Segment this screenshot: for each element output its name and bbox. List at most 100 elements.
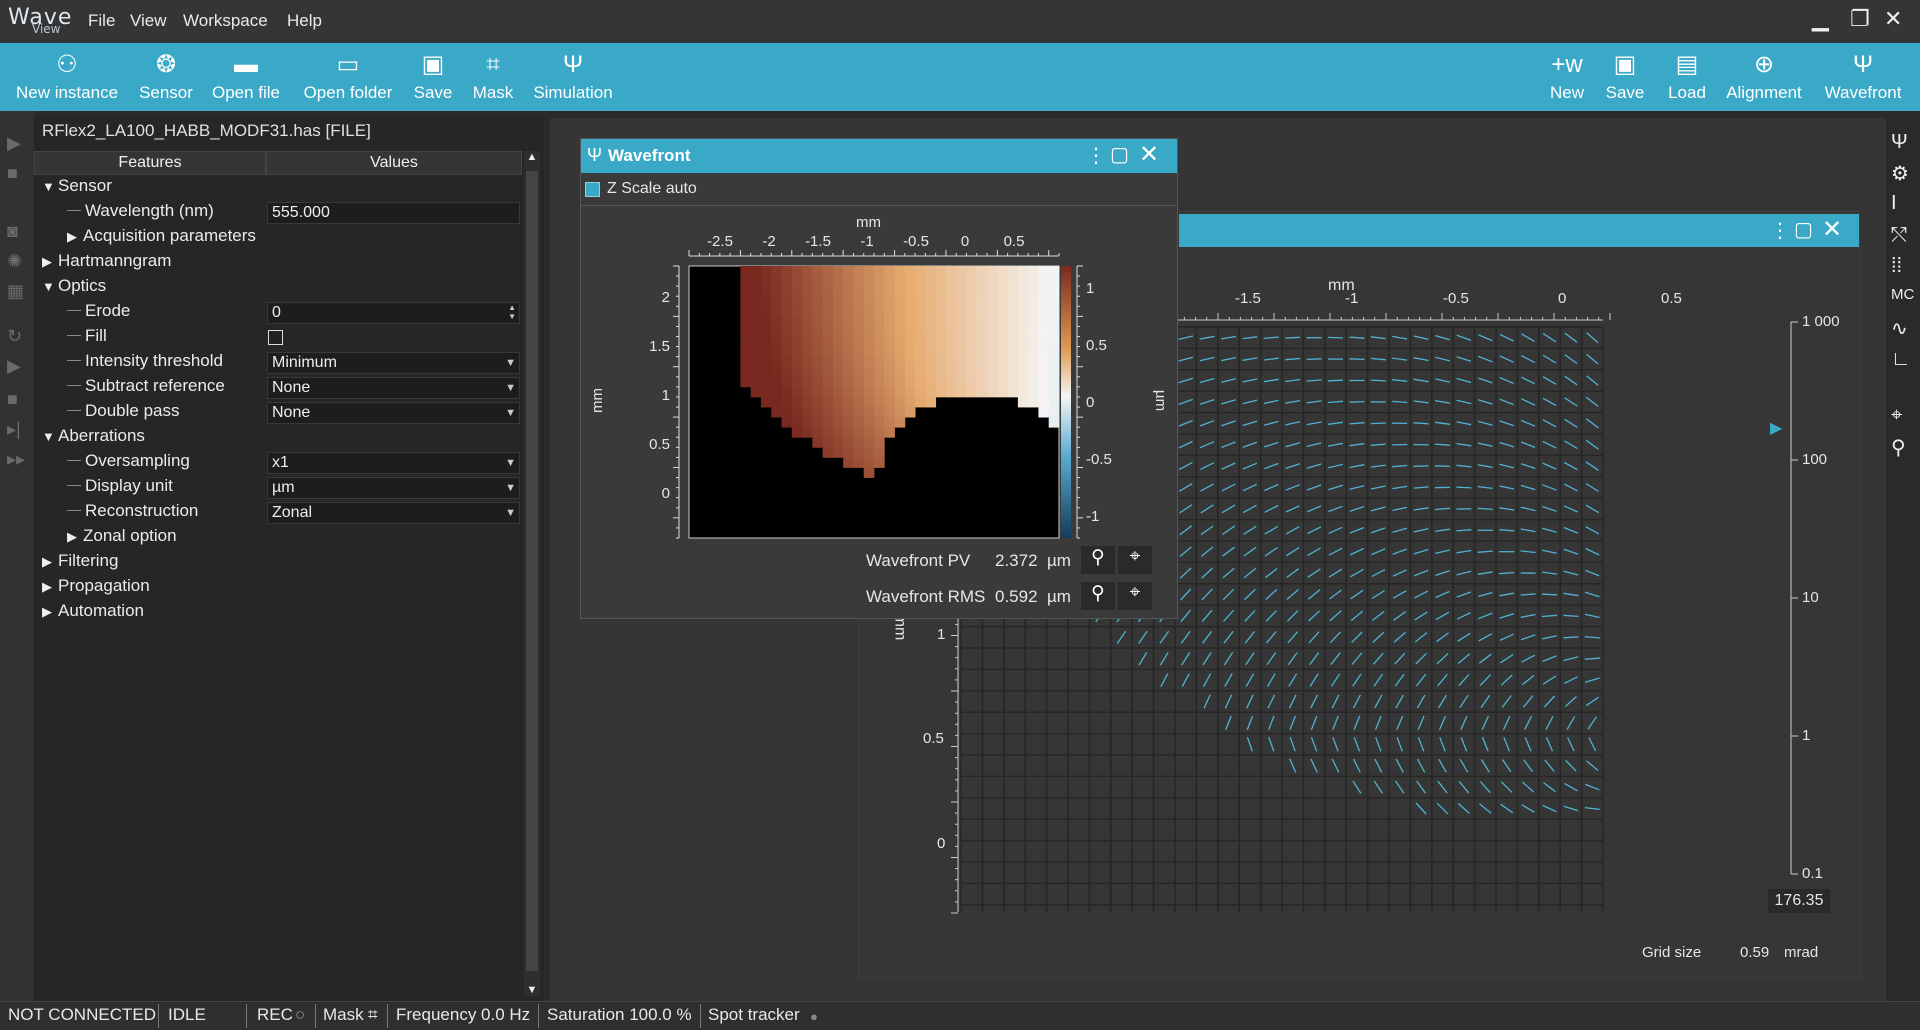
tree-row[interactable]: ▶ Filtering [42, 551, 118, 576]
tree-row[interactable]: ▼ Aberrations [42, 426, 145, 451]
open-file-button[interactable]: ▬ Open file [208, 43, 284, 111]
close-icon[interactable]: ✕ [1884, 6, 1902, 32]
pv-locate-button[interactable]: ⌖ [1118, 546, 1152, 574]
menu-help[interactable]: Help [287, 11, 322, 31]
tree-row[interactable]: ▶ Propagation [42, 576, 150, 601]
step-icon[interactable]: ▸| [7, 419, 21, 440]
play-icon[interactable]: ▶ [7, 133, 21, 154]
tree-row[interactable]: Fill [67, 326, 107, 351]
value-select[interactable]: Zonal ▼ [267, 502, 520, 524]
wavefront-button[interactable]: Ψ Wavefront [1820, 43, 1906, 111]
tree-row[interactable]: Display unit [67, 476, 173, 501]
expand-right-icon[interactable]: ▶ [67, 529, 83, 545]
expand-right-icon[interactable]: ▶ [42, 604, 58, 620]
fill-checkbox[interactable] [268, 330, 283, 345]
more-options-icon[interactable]: ⋮ [1086, 143, 1106, 168]
values-column-header[interactable]: Values [266, 151, 522, 175]
scroll-down-icon[interactable]: ▼ [524, 984, 540, 996]
alignment-button[interactable]: ⊕ Alignment [1722, 43, 1806, 111]
mask-button[interactable]: ⌗ Mask [468, 43, 518, 111]
restore-icon[interactable]: ❐ [1850, 6, 1870, 32]
expand-right-icon[interactable]: ▶ [67, 229, 83, 245]
search-icon[interactable]: ⚲ [1891, 435, 1906, 460]
rms-locate-button[interactable]: ⌖ [1118, 582, 1152, 610]
more-options-icon[interactable]: ⋮ [1770, 218, 1790, 243]
scroll-up-icon[interactable]: ▲ [524, 151, 540, 163]
tree-row[interactable]: Reconstruction [67, 501, 198, 526]
open-folder-button[interactable]: ▭ Open folder [300, 43, 396, 111]
video-icon[interactable]: ▦ [7, 281, 24, 302]
menu-workspace[interactable]: Workspace [183, 11, 268, 31]
minimize-icon[interactable]: ▁ [1812, 6, 1829, 32]
grid-dots-icon[interactable]: ⁞⁞ [1891, 255, 1902, 278]
pv-zoom-button[interactable]: ⚲ [1081, 546, 1115, 574]
psi-icon[interactable]: Ψ [1891, 131, 1908, 154]
wavefront-cell [925, 386, 937, 398]
axes-icon[interactable]: ∟ [1891, 348, 1911, 371]
value-select[interactable]: µm ▼ [267, 477, 520, 499]
value-select[interactable]: None ▼ [267, 402, 520, 424]
value-select[interactable]: x1 ▼ [267, 452, 520, 474]
features-column-header[interactable]: Features [34, 151, 266, 175]
tree-row[interactable]: ▶ Automation [42, 601, 144, 626]
close-icon[interactable]: ✕ [1822, 215, 1842, 244]
slope-vector [1200, 525, 1214, 536]
wavefront-window-titlebar[interactable]: Ψ Wavefront ⋮ ▢ ✕ [581, 139, 1177, 173]
new-instance-button[interactable]: ⚇ New instance [14, 43, 120, 111]
save-wavefront-button[interactable]: ▣ Save [1604, 43, 1646, 111]
settings-icon[interactable]: ⚙ [1891, 161, 1909, 186]
z-scale-checkbox[interactable] [585, 182, 600, 197]
expand-right-icon[interactable]: ▶ [42, 579, 58, 595]
refresh-icon[interactable]: ↻ [7, 326, 22, 347]
value-select[interactable]: None ▼ [267, 377, 520, 399]
play-icon[interactable]: ▶ [7, 356, 21, 377]
branch-icon[interactable]: ⤲ [1891, 224, 1907, 247]
sensor-button[interactable]: ❂ Sensor [136, 43, 196, 111]
tree-row[interactable]: Double pass [67, 401, 180, 426]
rms-zoom-button[interactable]: ⚲ [1081, 582, 1115, 610]
stop-icon[interactable]: ■ [7, 163, 18, 184]
fast-forward-icon[interactable]: ▸▸ [7, 449, 25, 470]
camera-icon[interactable]: ◙ [7, 221, 18, 242]
mc-icon[interactable]: MC [1891, 286, 1914, 303]
maximize-icon[interactable]: ▢ [1110, 142, 1129, 167]
wavefront-cell [904, 336, 916, 347]
text-cursor-icon[interactable]: I [1891, 192, 1897, 215]
tree-row[interactable]: ▼ Optics [42, 276, 106, 301]
expand-down-icon[interactable]: ▼ [42, 279, 58, 294]
value-select[interactable]: Minimum ▼ [267, 352, 520, 374]
tree-row[interactable]: ▶ Zonal option [67, 526, 177, 551]
scrollbar-thumb[interactable] [526, 171, 538, 971]
expand-down-icon[interactable]: ▼ [42, 429, 58, 444]
value-input[interactable]: 555.000 [267, 202, 520, 224]
tree-row[interactable]: ▼ Sensor [42, 176, 112, 201]
tree-row[interactable]: ▶ Hartmanngram [42, 251, 171, 276]
save-button[interactable]: ▣ Save [410, 43, 456, 111]
maximize-icon[interactable]: ▢ [1794, 217, 1813, 242]
tree-row[interactable]: Erode [67, 301, 130, 326]
menu-view[interactable]: View [130, 11, 167, 31]
scale-value[interactable]: 176.35 [1768, 889, 1830, 913]
tree-row[interactable]: Oversampling [67, 451, 190, 476]
tree-row[interactable]: ▶ Acquisition parameters [67, 226, 256, 251]
locate-zoom-icon[interactable]: ⌖ [1891, 404, 1902, 427]
close-icon[interactable]: ✕ [1139, 140, 1159, 169]
tree-row[interactable]: Wavelength (nm) [67, 201, 214, 226]
expand-right-icon[interactable]: ▶ [42, 254, 58, 270]
expand-down-icon[interactable]: ▼ [42, 179, 58, 194]
value-spinbox[interactable]: 0 ▲ ▼ [267, 302, 520, 324]
load-wavefront-button[interactable]: ▤ Load [1664, 43, 1710, 111]
spin-arrows-icon[interactable]: ▲ ▼ [508, 303, 516, 321]
menu-file[interactable]: File [88, 11, 115, 31]
tree-row[interactable]: Subtract reference [67, 376, 225, 401]
expand-right-icon[interactable]: ▶ [42, 554, 58, 570]
stop-icon[interactable]: ■ [7, 389, 18, 410]
scale-marker-icon[interactable]: ▶ [1770, 418, 1782, 438]
simulation-button[interactable]: Ψ Simulation [530, 43, 616, 111]
profile-icon[interactable]: ∿ [1891, 316, 1908, 341]
new-wavefront-button[interactable]: +w New [1548, 43, 1586, 111]
panel-scrollbar[interactable]: ▲ ▼ [524, 151, 540, 996]
slope-window-titlebar[interactable]: ⋮ ▢ ✕ [1179, 214, 1859, 247]
film-icon[interactable]: ✺ [7, 251, 22, 272]
tree-row[interactable]: Intensity threshold [67, 351, 223, 376]
